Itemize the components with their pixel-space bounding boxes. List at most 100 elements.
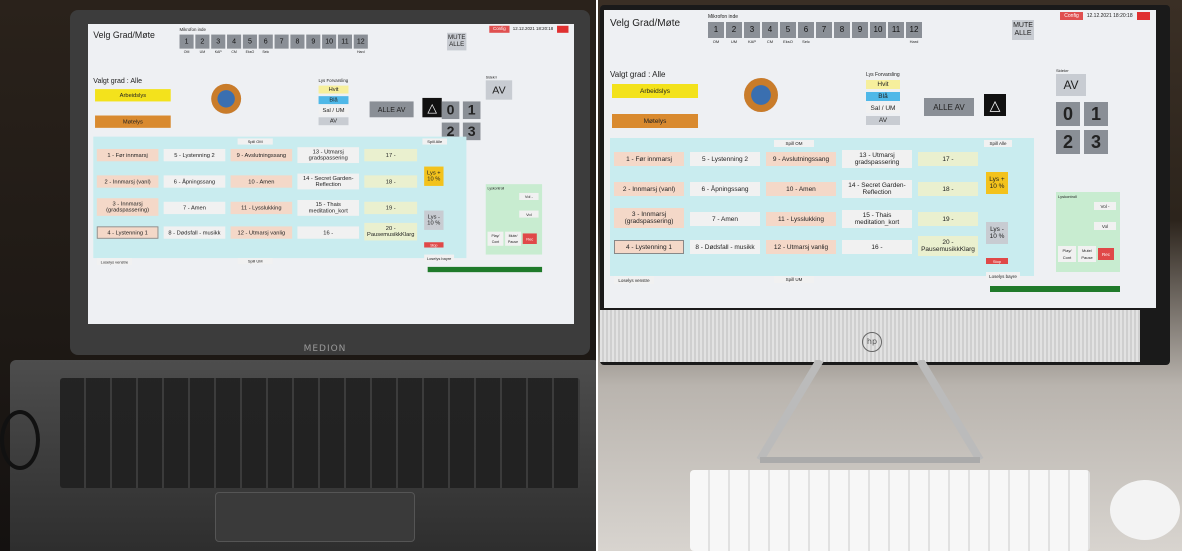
num-button-3[interactable]: 3 [1084, 130, 1108, 154]
track-19[interactable]: 19 - [918, 212, 978, 226]
rec-button[interactable]: Rec [522, 233, 537, 244]
track-20[interactable]: 20 - PausemusikkKlarg [364, 222, 418, 241]
mic-button-11[interactable]: 11 [888, 22, 904, 38]
track-12[interactable]: 12 - Utmarsj vanlig [766, 240, 836, 254]
mic-button-7[interactable]: 7 [816, 22, 832, 38]
mic-button-4[interactable]: 4 [762, 22, 778, 38]
track-13[interactable]: 13 - Utmarsj gradspassering [842, 150, 912, 168]
spill-om-button[interactable]: Spill OM [237, 138, 273, 145]
track-4[interactable]: 4 - Lystenning 1 [614, 240, 684, 254]
track-5[interactable]: 5 - Lystenning 2 [690, 152, 760, 166]
track-19[interactable]: 19 - [364, 201, 418, 215]
track-7[interactable]: 7 - Amen [163, 201, 226, 215]
mic-button-9[interactable]: 9 [306, 34, 321, 49]
av-small-button[interactable]: AV [318, 117, 349, 126]
stop-button[interactable]: Stop [424, 242, 444, 248]
track-16[interactable]: 16 - [842, 240, 912, 254]
config-button[interactable]: Config [1060, 12, 1083, 20]
arbeidslys-button[interactable]: Arbeidslys [95, 89, 171, 102]
track-20[interactable]: 20 - PausemusikkKlarg [918, 236, 978, 256]
spill-om-button[interactable]: Spill OM [774, 140, 814, 147]
track-2[interactable]: 2 - Innmarsj (vanl) [96, 175, 159, 188]
track-9[interactable]: 9 - Avslutningssang [230, 148, 293, 162]
track-3[interactable]: 3 - Innmarsj (gradspassering) [614, 208, 684, 228]
track-16[interactable]: 16 - [297, 226, 360, 239]
mute-all-button[interactable]: MUTE ALLE [447, 32, 467, 51]
mic-button-6[interactable]: 6 [798, 22, 814, 38]
mute-all-button[interactable]: MUTE ALLE [1012, 20, 1034, 40]
spill-um-button[interactable]: Spill UM [237, 258, 273, 265]
mic-button-12[interactable]: 12 [906, 22, 922, 38]
track-1[interactable]: 1 - Før innmarsj [96, 148, 159, 162]
losslys-bayre-button[interactable]: Loselys bayre [424, 254, 455, 262]
av-big-button[interactable]: AV [485, 80, 513, 100]
track-3[interactable]: 3 - Innmarsj (gradspassering) [96, 198, 159, 216]
track-1[interactable]: 1 - Før innmarsj [614, 152, 684, 166]
track-8[interactable]: 8 - Dødsfall - musikk [163, 226, 226, 239]
mute-pause-button[interactable]: Mute/ Pause [505, 231, 521, 246]
bla-button[interactable]: Blå [318, 96, 349, 105]
track-8[interactable]: 8 - Dødsfall - musikk [690, 240, 760, 254]
losslys-venstre-button[interactable]: Loselys venstre [614, 276, 654, 284]
mic-button-10[interactable]: 10 [870, 22, 886, 38]
play-cont-button[interactable]: Play/ Cont [1058, 246, 1076, 262]
bla-button[interactable]: Blå [866, 92, 900, 101]
track-15[interactable]: 15 - Thais meditation_kort [842, 210, 912, 228]
track-6[interactable]: 6 - Åpningssang [163, 175, 226, 188]
mic-button-7[interactable]: 7 [274, 34, 289, 49]
num-button-0[interactable]: 0 [441, 101, 460, 120]
spill-alle-button[interactable]: Spill Alle [984, 140, 1012, 147]
sal-um-button[interactable]: Sal / UM [866, 104, 900, 113]
track-18[interactable]: 18 - [918, 182, 978, 196]
arbeidslys-button[interactable]: Arbeidslys [612, 84, 698, 98]
mic-button-1[interactable]: 1 [179, 34, 194, 49]
mic-button-1[interactable]: 1 [708, 22, 724, 38]
track-12[interactable]: 12 - Utmarsj vanlig [230, 226, 293, 239]
sal-um-button[interactable]: Sal / UM [318, 106, 349, 115]
hvit-button[interactable]: Hvit [318, 85, 349, 94]
lys-plus-button[interactable]: Lys + 10 % [986, 172, 1008, 194]
mic-button-10[interactable]: 10 [322, 34, 337, 49]
stop-button[interactable]: Stop [986, 258, 1008, 264]
track-14[interactable]: 14 - Secret Garden-Reflection [842, 180, 912, 198]
vol-plus-button[interactable]: Vol [1094, 222, 1116, 230]
track-2[interactable]: 2 - Innmarsj (vanl) [614, 182, 684, 196]
track-11[interactable]: 11 - Lysslukking [230, 201, 293, 215]
mic-button-3[interactable]: 3 [211, 34, 226, 49]
red-top-button[interactable] [1136, 12, 1150, 20]
track-18[interactable]: 18 - [364, 175, 418, 188]
track-13[interactable]: 13 - Utmarsj gradspassering [297, 147, 360, 164]
num-button-1[interactable]: 1 [1084, 102, 1108, 126]
track-10[interactable]: 10 - Amen [766, 182, 836, 196]
mute-pause-button[interactable]: Mute/ Pause [1078, 246, 1096, 262]
track-15[interactable]: 15 - Thais meditation_kort [297, 200, 360, 216]
lys-minus-button[interactable]: Lys - 10 % [424, 210, 444, 230]
mic-button-2[interactable]: 2 [726, 22, 742, 38]
track-14[interactable]: 14 - Secret Garden-Reflection [297, 173, 360, 190]
mic-button-6[interactable]: 6 [258, 34, 273, 49]
alle-av-button[interactable]: ALLE AV [369, 101, 414, 118]
alle-av-button[interactable]: ALLE AV [924, 98, 974, 116]
mic-button-3[interactable]: 3 [744, 22, 760, 38]
rec-button[interactable]: Rec [1098, 248, 1114, 260]
losslys-venstre-button[interactable]: Loselys venstre [96, 258, 132, 266]
motelys-button[interactable]: Møtelys [612, 114, 698, 128]
vol-plus-button[interactable]: Vol [519, 210, 539, 218]
losslys-bayre-button[interactable]: Loselys bayre [986, 272, 1020, 280]
mic-button-9[interactable]: 9 [852, 22, 868, 38]
lys-minus-button[interactable]: Lys - 10 % [986, 222, 1008, 244]
hvit-button[interactable]: Hvit [866, 80, 900, 89]
mic-button-11[interactable]: 11 [337, 34, 352, 49]
mic-button-5[interactable]: 5 [780, 22, 796, 38]
spill-alle-button[interactable]: Spill Alle [422, 138, 448, 145]
mic-button-2[interactable]: 2 [195, 34, 210, 49]
track-6[interactable]: 6 - Åpningssang [690, 182, 760, 196]
track-10[interactable]: 10 - Amen [230, 175, 293, 188]
av-small-button[interactable]: AV [866, 116, 900, 125]
lys-plus-button[interactable]: Lys + 10 % [424, 166, 444, 186]
track-11[interactable]: 11 - Lysslukking [766, 212, 836, 226]
motelys-button[interactable]: Møtelys [95, 115, 171, 128]
num-button-2[interactable]: 2 [1056, 130, 1080, 154]
track-7[interactable]: 7 - Amen [690, 212, 760, 226]
mic-button-12[interactable]: 12 [353, 34, 368, 49]
